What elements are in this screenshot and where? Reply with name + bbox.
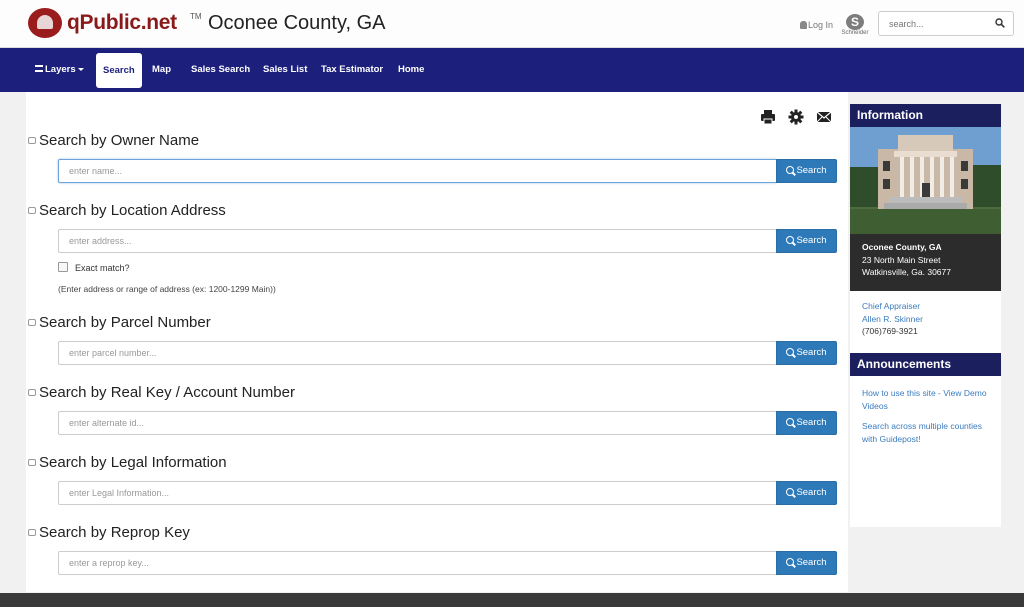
search-icon xyxy=(786,348,795,356)
office-phone: (706)769-3921 xyxy=(862,326,918,336)
schneider-icon: S xyxy=(846,14,864,30)
parcel-number-input[interactable] xyxy=(59,342,776,364)
exact-match-label: Exact match? xyxy=(75,263,130,273)
collapse-toggle-icon[interactable] xyxy=(28,389,36,396)
nav-map[interactable]: Map xyxy=(152,48,171,92)
alternate-id-field xyxy=(58,411,776,435)
address-search-button[interactable]: Search xyxy=(776,229,837,253)
page-footer xyxy=(0,593,1024,607)
parcel-search-button[interactable]: Search xyxy=(776,341,837,365)
demo-videos-link[interactable]: How to use this site - View Demo Videos xyxy=(862,387,998,412)
collapse-toggle-icon[interactable] xyxy=(28,529,36,536)
guidepost-link[interactable]: Search across multiple counties with Gui… xyxy=(862,420,998,445)
caret-down-icon xyxy=(77,68,84,71)
address-input[interactable] xyxy=(59,230,776,252)
owner-name-heading: Search by Owner Name xyxy=(39,132,200,149)
search-button-label: Search xyxy=(796,557,827,568)
reprop-key-input[interactable] xyxy=(59,552,776,574)
search-icon xyxy=(786,558,795,566)
county-title: Oconee County, GA xyxy=(208,12,386,34)
nav-tax-estimator[interactable]: Tax Estimator xyxy=(321,48,383,92)
legal-info-field xyxy=(58,481,776,505)
search-button-label: Search xyxy=(796,165,827,176)
legal-info-search-button[interactable]: Search xyxy=(776,481,837,505)
courthouse-photo xyxy=(850,127,1001,234)
county-seal-logo[interactable] xyxy=(28,8,62,38)
top-bar: qPublic.net TM Oconee County, GA Log In … xyxy=(0,0,1024,48)
search-icon xyxy=(786,166,795,174)
nav-home[interactable]: Home xyxy=(398,48,424,92)
site-search-box xyxy=(878,11,1014,36)
gear-icon[interactable] xyxy=(788,109,804,125)
email-icon[interactable] xyxy=(816,109,832,125)
search-button-label: Search xyxy=(796,487,827,498)
reprop-key-field xyxy=(58,551,776,575)
reprop-key-search-button[interactable]: Search xyxy=(776,551,837,575)
announcements-heading: Announcements xyxy=(850,353,1001,376)
owner-name-field xyxy=(58,159,776,183)
office-name: Oconee County, GA xyxy=(862,242,942,252)
appraiser-name-link[interactable]: Allen R. Skinner xyxy=(862,313,923,326)
office-city: Watkinsville, Ga. 30677 xyxy=(862,267,951,277)
exact-match-checkbox[interactable] xyxy=(58,262,68,272)
alternate-id-input[interactable] xyxy=(59,412,776,434)
owner-name-search-button[interactable]: Search xyxy=(776,159,837,183)
location-address-heading: Search by Location Address xyxy=(39,202,226,219)
schneider-logo[interactable]: S Schneider xyxy=(838,14,872,36)
parcel-number-field xyxy=(58,341,776,365)
search-icon[interactable] xyxy=(995,18,1005,28)
qpublic-logo-text[interactable]: qPublic.net xyxy=(67,11,177,35)
address-hint: (Enter address or range of address (ex: … xyxy=(58,284,276,294)
office-address-block: Oconee County, GA 23 North Main Street W… xyxy=(850,234,1001,291)
user-icon xyxy=(800,21,807,29)
layers-icon xyxy=(35,65,43,72)
search-button-label: Search xyxy=(796,235,827,246)
collapse-toggle-icon[interactable] xyxy=(28,459,36,466)
chief-appraiser-link[interactable]: Chief Appraiser xyxy=(862,300,920,313)
information-heading: Information xyxy=(850,104,1001,127)
legal-info-input[interactable] xyxy=(59,482,776,504)
reprop-key-heading: Search by Reprop Key xyxy=(39,524,190,541)
main-nav: Layers Search Map Sales Search Sales Lis… xyxy=(0,48,1024,92)
search-button-label: Search xyxy=(796,347,827,358)
real-key-search-button[interactable]: Search xyxy=(776,411,837,435)
nav-layers[interactable]: Layers xyxy=(35,48,84,92)
print-icon[interactable] xyxy=(760,109,776,125)
parcel-number-heading: Search by Parcel Number xyxy=(39,314,211,331)
trademark-mark: TM xyxy=(190,12,202,21)
login-link[interactable]: Log In xyxy=(800,20,833,30)
nav-layers-label: Layers xyxy=(45,64,76,75)
real-key-heading: Search by Real Key / Account Number xyxy=(39,384,295,401)
search-icon xyxy=(786,488,795,496)
owner-name-input[interactable] xyxy=(59,160,776,182)
nav-search[interactable]: Search xyxy=(96,53,142,88)
address-field xyxy=(58,229,776,253)
office-street: 23 North Main Street xyxy=(862,254,941,265)
nav-sales-list[interactable]: Sales List xyxy=(263,48,307,92)
schneider-label: Schneider xyxy=(841,30,869,36)
courthouse-image xyxy=(850,127,1001,234)
collapse-toggle-icon[interactable] xyxy=(28,137,36,144)
site-search-input[interactable] xyxy=(879,12,989,35)
search-icon xyxy=(786,418,795,426)
nav-sales-search[interactable]: Sales Search xyxy=(191,48,250,92)
login-label: Log In xyxy=(808,20,834,30)
legal-info-heading: Search by Legal Information xyxy=(39,454,227,471)
collapse-toggle-icon[interactable] xyxy=(28,319,36,326)
search-icon xyxy=(786,236,795,244)
collapse-toggle-icon[interactable] xyxy=(28,207,36,214)
search-button-label: Search xyxy=(796,417,827,428)
